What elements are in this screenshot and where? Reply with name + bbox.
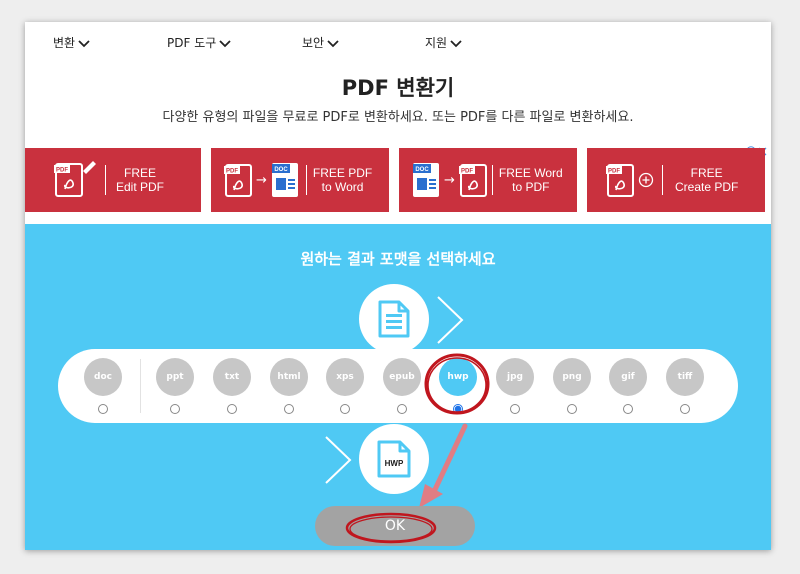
nav-label: 보안 [302, 36, 325, 50]
pdf-pen-icon: PDF [54, 161, 96, 197]
format-option-epub[interactable]: epub [383, 358, 421, 418]
format-option-html[interactable]: html [270, 358, 308, 418]
nav-item-pdf-tools[interactable]: PDF 도구 [167, 34, 231, 51]
pdf-file-icon: PDF [458, 164, 487, 197]
chevron-right-icon [437, 296, 464, 344]
ad-edit-pdf[interactable]: PDF FREE Edit PDF [25, 148, 201, 212]
word-file-icon: DOC [413, 163, 439, 197]
chevron-down-icon [78, 39, 90, 47]
pdf-badge: PDF [226, 169, 238, 175]
ad-line1: FREE Word [498, 166, 563, 180]
source-document-badge [359, 284, 429, 354]
format-radio[interactable] [98, 404, 108, 414]
page-title: PDF 변환기 [341, 76, 455, 100]
format-badge: ppt [156, 358, 194, 396]
format-radio[interactable] [340, 404, 350, 414]
pdf-badge: PDF [56, 168, 68, 174]
format-radio[interactable] [623, 404, 633, 414]
chevron-down-icon [219, 39, 231, 47]
ad-line2: Edit PDF [116, 180, 165, 194]
pdf-badge: PDF [461, 169, 473, 175]
ad-separator [105, 165, 106, 195]
plus-circle-icon [638, 172, 654, 188]
arrow-right-icon: → [256, 172, 267, 188]
format-option-jpg[interactable]: jpg [496, 358, 534, 418]
format-option-xps[interactable]: xps [326, 358, 364, 418]
format-badge: jpg [496, 358, 534, 396]
arrow-right-icon: → [444, 172, 455, 188]
ad-separator [491, 165, 493, 195]
format-option-png[interactable]: png [553, 358, 591, 418]
ad-line1: FREE [124, 166, 157, 180]
format-option-ppt[interactable]: ppt [156, 358, 194, 418]
format-option-doc[interactable]: doc [84, 358, 122, 418]
ad-line2: to Word [321, 180, 364, 194]
pdf-badge: PDF [608, 169, 620, 175]
ad-create-pdf[interactable]: PDF FREE Create PDF [587, 148, 765, 212]
doc-badge: DOC [274, 167, 288, 173]
annotation-circle [345, 512, 437, 544]
format-selector: doc ppt txt html xps epub hwp jpg png gi… [58, 349, 738, 423]
format-badge: xps [326, 358, 364, 396]
format-option-gif[interactable]: gif [609, 358, 647, 418]
doc-badge: DOC [415, 167, 429, 173]
format-badge: epub [383, 358, 421, 396]
chevron-right-icon [325, 436, 352, 484]
hwp-badge: HWP [385, 459, 404, 468]
format-radio[interactable] [170, 404, 180, 414]
annotation-arrow [419, 423, 468, 508]
format-radio[interactable] [397, 404, 407, 414]
ad-line1: FREE [690, 166, 723, 180]
ad-separator [662, 165, 663, 195]
nav-item-convert[interactable]: 변환 [53, 34, 90, 51]
format-heading: 원하는 결과 포맷을 선택하세요 [300, 250, 496, 268]
chevron-down-icon [450, 39, 462, 47]
format-badge: doc [84, 358, 122, 396]
format-radio[interactable] [284, 404, 294, 414]
top-nav: 변환 PDF 도구 보안 지원 [25, 22, 771, 62]
format-badge: gif [609, 358, 647, 396]
format-radio[interactable] [510, 404, 520, 414]
ad-pdf-to-word[interactable]: PDF → DOC FREE PDF to Word [211, 148, 389, 212]
nav-label: 지원 [425, 36, 448, 50]
format-badge: tiff [666, 358, 704, 396]
ad-line2: to PDF [512, 180, 550, 194]
browser-window: 변환 PDF 도구 보안 지원 PDF 변환기 다양한 유형의 파일을 무료로 … [25, 22, 771, 550]
word-file-icon: DOC [271, 163, 298, 197]
format-option-tiff[interactable]: tiff [666, 358, 704, 418]
ad-separator [305, 165, 307, 195]
nav-item-support[interactable]: 지원 [425, 34, 462, 51]
format-badge: html [270, 358, 308, 396]
pdf-file-icon: PDF [224, 164, 252, 197]
annotation-circle [424, 353, 490, 415]
format-radio[interactable] [567, 404, 577, 414]
document-icon [378, 300, 410, 338]
hwp-file-icon: HWP [377, 440, 411, 478]
nav-item-security[interactable]: 보안 [302, 34, 339, 51]
format-divider [140, 359, 141, 413]
format-option-txt[interactable]: txt [213, 358, 251, 418]
ad-line1: FREE PDF [312, 166, 373, 180]
format-radio[interactable] [227, 404, 237, 414]
format-radio[interactable] [680, 404, 690, 414]
nav-label: 변환 [53, 36, 76, 50]
format-badge: png [553, 358, 591, 396]
nav-label: PDF 도구 [167, 36, 217, 50]
converter-panel: 원하는 결과 포맷을 선택하세요 doc ppt txt html xps ep… [25, 224, 771, 550]
ad-word-to-pdf[interactable]: DOC → PDF FREE Word to PDF [399, 148, 577, 212]
page-subtitle: 다양한 유형의 파일을 무료로 PDF로 변환하세요. 또는 PDF를 다른 파… [162, 110, 634, 125]
pdf-file-icon: PDF [606, 164, 634, 197]
format-badge: txt [213, 358, 251, 396]
ad-line2: Create PDF [675, 180, 739, 194]
chevron-down-icon [327, 39, 339, 47]
